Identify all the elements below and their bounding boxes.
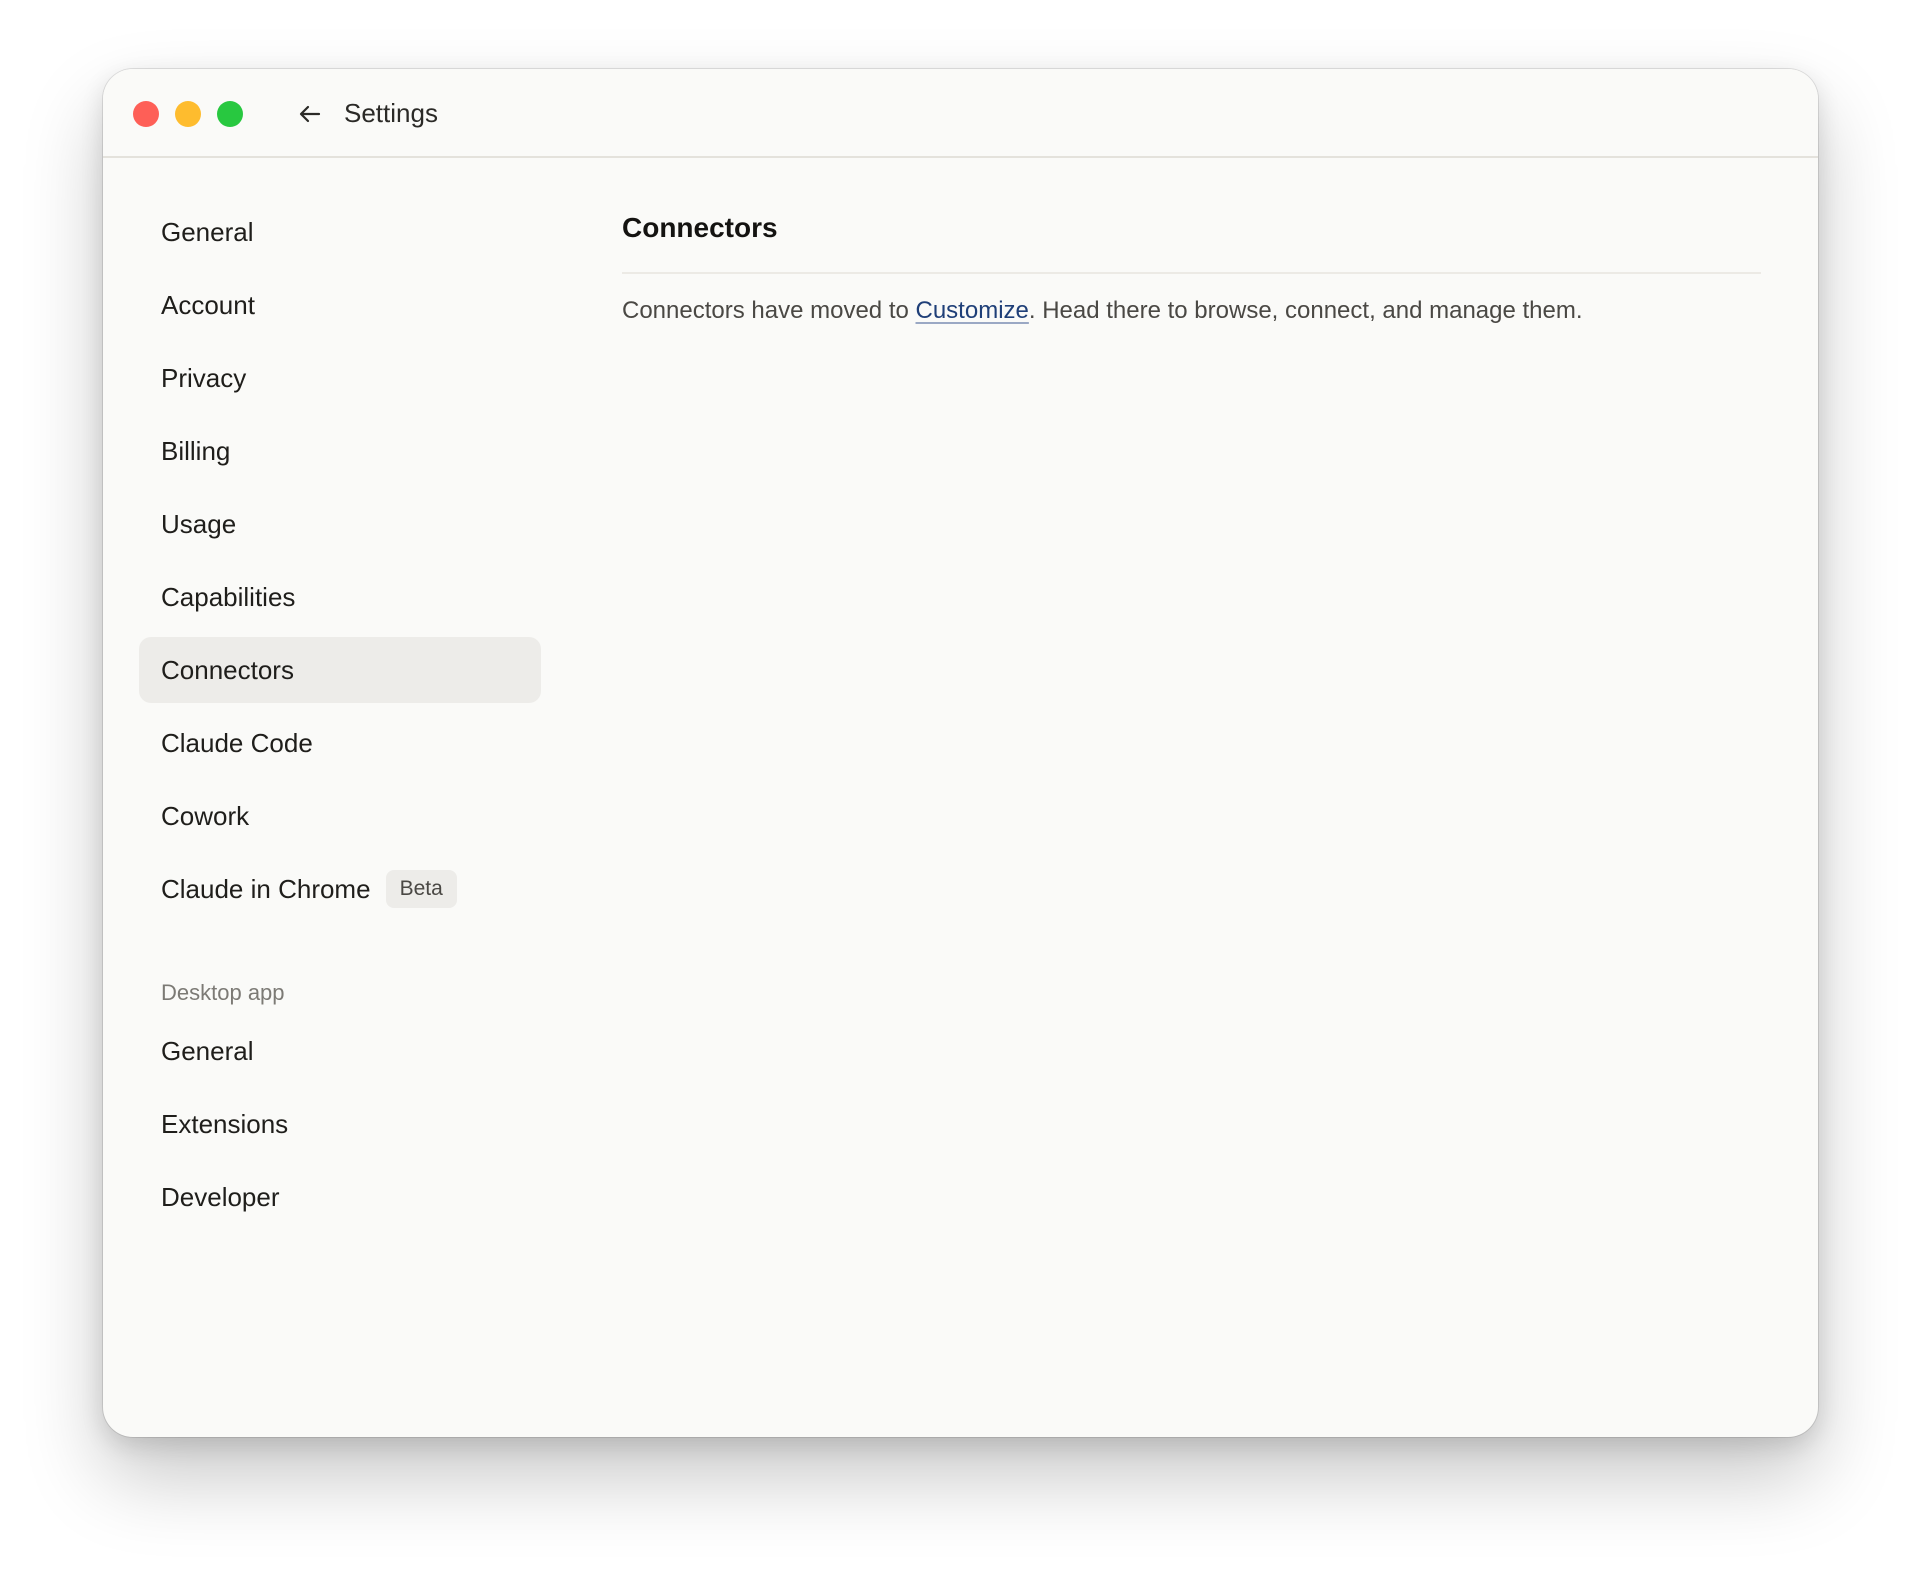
sidebar-item-developer[interactable]: Developer [139,1164,541,1230]
title-bar: Settings [103,69,1818,158]
sidebar-item-usage[interactable]: Usage [139,491,541,557]
settings-sidebar: General Account Privacy Billing Usage Ca… [139,199,541,1237]
sidebar-item-cowork[interactable]: Cowork [139,783,541,849]
back-arrow-icon[interactable] [293,97,327,131]
sidebar-item-label: Extensions [161,1108,289,1139]
sidebar-item-label: General [161,1035,254,1066]
sidebar-item-desktop-general[interactable]: General [139,1018,541,1084]
sidebar-item-label: Claude Code [161,727,313,758]
sidebar-item-label: Account [161,289,255,320]
window-title: Settings [344,98,438,128]
connectors-panel: Connectors Connectors have moved to Cust… [622,208,1761,352]
minimize-window-button[interactable] [175,101,201,127]
sidebar-item-connectors[interactable]: Connectors [139,637,541,703]
close-window-button[interactable] [133,101,159,127]
sidebar-item-billing[interactable]: Billing [139,418,541,484]
page-title: Connectors [622,208,1761,274]
sidebar-item-claude-code[interactable]: Claude Code [139,710,541,776]
sidebar-item-label: Privacy [161,362,247,393]
sidebar-item-claude-in-chrome[interactable]: Claude in Chrome Beta [139,856,541,922]
sidebar-item-label: Connectors [161,654,294,685]
message-text-after-link: . Head there to browse, connect, and man… [1028,297,1583,324]
sidebar-item-capabilities[interactable]: Capabilities [139,564,541,630]
message-text-before-link: Connectors have moved to [622,297,916,324]
connectors-moved-message: Connectors have moved to Customize. Head… [622,294,1761,328]
customize-link[interactable]: Customize [916,297,1029,324]
sidebar-item-privacy[interactable]: Privacy [139,345,541,411]
sidebar-item-label: Developer [161,1181,280,1212]
sidebar-item-label: Usage [161,508,237,539]
settings-window: Settings General Account Privacy Billing… [103,69,1818,1437]
sidebar-item-label: Billing [161,435,231,466]
sidebar-item-label: Cowork [161,800,250,831]
sidebar-item-general[interactable]: General [139,199,541,265]
maximize-window-button[interactable] [217,101,243,127]
sidebar-item-extensions[interactable]: Extensions [139,1091,541,1157]
sidebar-item-account[interactable]: Account [139,272,541,338]
desktop-app-section-label: Desktop app [161,980,285,1005]
beta-badge: Beta [385,870,457,908]
sidebar-item-label: Capabilities [161,581,296,612]
sidebar-item-label: General [161,216,254,247]
sidebar-item-label: Claude in Chrome [161,873,371,904]
